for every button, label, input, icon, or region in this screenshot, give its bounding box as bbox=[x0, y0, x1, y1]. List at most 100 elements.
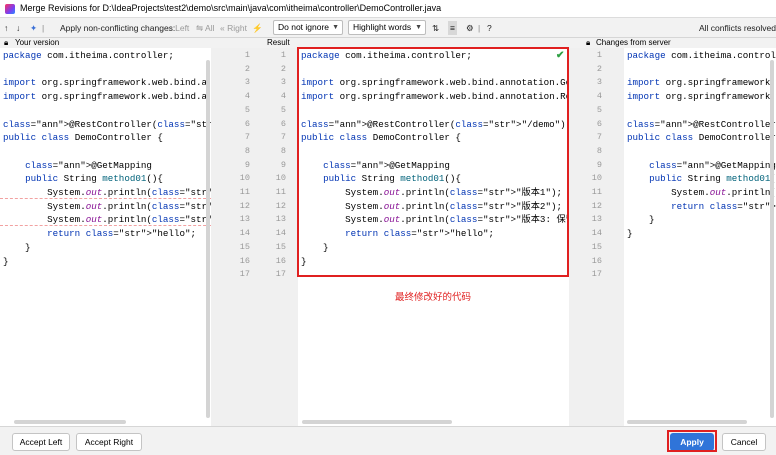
right-code-line: class="ann">@RestController(class="str">… bbox=[627, 118, 776, 130]
right-code-line: public String method01( bbox=[649, 173, 776, 185]
right-code-line: class="ann">@GetMapping bbox=[649, 159, 776, 171]
left-line-number: 15 bbox=[239, 241, 250, 252]
left-line-number: 11 bbox=[239, 187, 250, 197]
left-line-number: 9 bbox=[244, 159, 250, 170]
chevron-down-icon: ▼ bbox=[332, 24, 339, 31]
left-pane-title: Your version bbox=[15, 38, 60, 47]
left-line-number: 17 bbox=[239, 269, 250, 280]
cancel-button[interactable]: Cancel bbox=[722, 433, 766, 451]
right-line-number: 8 bbox=[596, 145, 602, 156]
sync-scroll-icon[interactable]: ⇅ bbox=[432, 21, 439, 35]
left-code-line: } bbox=[3, 241, 31, 253]
left-code-line: package com.itheima.controller; bbox=[3, 50, 174, 61]
highlight-combo[interactable]: Highlight words ▼ bbox=[348, 20, 426, 35]
apply-left-button[interactable]: » Left bbox=[168, 21, 189, 35]
result-line-number: 8 bbox=[280, 145, 286, 156]
right-code-line bbox=[624, 63, 776, 77]
right-line-number: 2 bbox=[596, 63, 602, 74]
result-line-number: 2 bbox=[280, 63, 286, 74]
apply-right-label: Right bbox=[227, 23, 247, 33]
result-horizontal-scrollbar[interactable] bbox=[302, 420, 452, 424]
right-vertical-scrollbar[interactable] bbox=[770, 60, 774, 418]
left-code-line: } bbox=[3, 255, 9, 267]
apply-all-button[interactable]: ⇋ All bbox=[196, 21, 214, 35]
apply-all-label: All bbox=[205, 23, 215, 33]
left-vertical-scrollbar[interactable] bbox=[206, 60, 210, 418]
bottom-bar: Accept Left Accept Right Apply Cancel bbox=[0, 426, 776, 455]
right-line-number: 9 bbox=[596, 159, 602, 170]
checkmark-icon: ✔ bbox=[556, 50, 565, 61]
arrow-down-icon[interactable]: ↓ bbox=[16, 21, 20, 35]
result-highlight-box bbox=[297, 47, 569, 277]
accept-right-button[interactable]: Accept Right bbox=[76, 433, 142, 451]
window-title: Merge Revisions for D:\IdeaProjects\test… bbox=[20, 3, 442, 13]
right-code-line bbox=[624, 241, 776, 255]
left-horizontal-scrollbar[interactable] bbox=[14, 420, 126, 424]
left-code-line: class="ann">@GetMapping bbox=[25, 159, 152, 171]
help-button[interactable]: ? bbox=[487, 21, 492, 35]
toolbar-separator: | bbox=[478, 23, 481, 33]
left-code-line: System.out.println(class="str">"版本2"); bbox=[3, 200, 211, 212]
right-pane-title: Changes from server bbox=[596, 38, 671, 47]
double-chevron-left-icon: « bbox=[220, 23, 225, 33]
right-gutter: 1 2 3 4 5 6 7 8 9 10 11 12 13 14 15 16 17 bbox=[569, 48, 624, 426]
lock-icon: 🔒︎ bbox=[4, 38, 9, 47]
arrow-up-icon[interactable]: ↑ bbox=[4, 21, 8, 35]
intellij-logo-icon bbox=[5, 4, 15, 14]
collapse-unchanged-icon[interactable]: ≡ bbox=[448, 21, 457, 35]
left-code-line: return class="str">"hello"; bbox=[47, 228, 196, 240]
double-chevron-right-icon: » bbox=[168, 23, 173, 33]
result-line-number: 6 bbox=[280, 118, 286, 129]
right-line-number: 4 bbox=[596, 91, 602, 102]
right-line-number: 17 bbox=[591, 269, 602, 280]
double-chevron-icon: ⇋ bbox=[196, 23, 204, 33]
right-code-line: import org.springframework.we bbox=[627, 77, 776, 89]
toolbar: ↑ ↓ ✦ | Apply non-conflicting changes: »… bbox=[0, 18, 776, 38]
left-editor[interactable]: package com.itheima.controller; import or… bbox=[0, 48, 211, 426]
apply-highlight-box bbox=[667, 430, 717, 452]
left-gutter: 1 2 3 4 5 6 7 8 9 10 11 12 13 14 15 16 17 1 2 3 4 5 6 7 8 9 10 11 12… bbox=[211, 48, 298, 426]
result-line-number: 13 bbox=[275, 214, 286, 225]
left-line-number: 3 bbox=[244, 77, 250, 88]
accept-left-button[interactable]: Accept Left bbox=[12, 433, 70, 451]
result-line-number: 5 bbox=[280, 104, 286, 115]
result-line-number: 11 bbox=[275, 187, 286, 197]
left-line-number: 6 bbox=[244, 118, 250, 129]
right-horizontal-scrollbar[interactable] bbox=[627, 420, 747, 424]
right-code-line: import org.springframework.we bbox=[627, 91, 776, 103]
right-line-number: 5 bbox=[596, 104, 602, 115]
whitespace-combo[interactable]: Do not ignore ▼ bbox=[273, 20, 343, 35]
magic-wand-icon[interactable]: ⚡ bbox=[252, 21, 263, 35]
right-code-line: public class DemoController bbox=[627, 132, 776, 144]
highlight-combo-value: Highlight words bbox=[353, 22, 412, 32]
right-code-line bbox=[624, 145, 776, 159]
right-editor[interactable]: package com.itheima.controlle import org.… bbox=[624, 48, 776, 426]
right-code-line: return class="str">"hello"; bbox=[671, 200, 776, 212]
conflict-marker-line bbox=[0, 225, 211, 226]
gear-icon[interactable]: ⚙ bbox=[466, 21, 474, 35]
left-line-number: 10 bbox=[239, 173, 250, 184]
left-line-number: 4 bbox=[244, 91, 250, 102]
result-line-number: 3 bbox=[280, 77, 286, 88]
annotation-note: 最终修改好的代码 bbox=[395, 292, 472, 303]
left-line-number: 12 bbox=[239, 200, 250, 211]
apply-non-conflicting-label: Apply non-conflicting changes: bbox=[60, 23, 176, 33]
right-code-line: System.out.println(class="str">" bbox=[627, 187, 776, 198]
apply-right-button[interactable]: « Right bbox=[220, 21, 247, 35]
right-line-number: 12 bbox=[591, 200, 602, 211]
left-line-number: 2 bbox=[244, 63, 250, 74]
result-line-number: 15 bbox=[275, 241, 286, 252]
right-code-line: } bbox=[627, 228, 633, 240]
status-text: All conflicts resolved bbox=[699, 23, 776, 33]
right-line-number: 1 bbox=[596, 50, 602, 60]
left-code-line: class="ann">@RestController(class="str">… bbox=[3, 118, 211, 130]
result-line-number: 1 bbox=[280, 50, 286, 60]
left-code-line: import org.springframework.web.bind.a bbox=[3, 77, 208, 89]
result-line-number: 12 bbox=[275, 200, 286, 211]
whitespace-combo-value: Do not ignore bbox=[278, 22, 330, 32]
left-code-line: public class DemoController { bbox=[3, 132, 163, 144]
right-code-line bbox=[624, 255, 776, 269]
right-line-number: 15 bbox=[591, 241, 602, 252]
magic-resolve-icon[interactable]: ✦ bbox=[30, 21, 37, 35]
right-code-line bbox=[624, 104, 776, 118]
